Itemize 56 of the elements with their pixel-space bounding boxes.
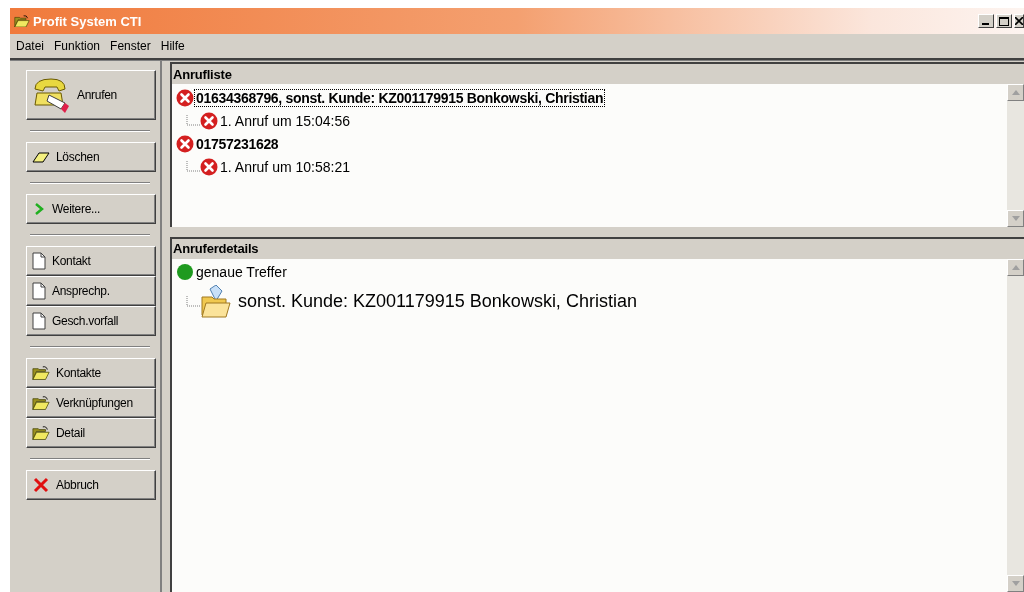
call-entry[interactable]: 01634368796, sonst. Kunde: KZ001179915 Bonkowski, Christian	[194, 88, 606, 107]
sidebar-button[interactable]: Gesch.vorfall	[26, 306, 156, 336]
document-icon	[32, 252, 46, 270]
maximize-icon	[999, 16, 1009, 26]
menu-item[interactable]: Hilfe	[156, 39, 191, 53]
call-attempt[interactable]: 1. Anruf um 15:04:56	[218, 111, 352, 130]
tree-line	[186, 114, 200, 127]
menu-item[interactable]: Funktion	[50, 39, 107, 53]
down-arrow-icon	[1011, 215, 1020, 221]
minimize-button[interactable]	[978, 14, 994, 28]
sidebar-button[interactable]: Detail	[26, 418, 156, 448]
up-arrow-icon	[1011, 90, 1020, 95]
match-group[interactable]: genaue Treffer	[194, 263, 289, 282]
error-icon	[200, 157, 218, 176]
scroll-up-button[interactable]	[1007, 258, 1024, 276]
phone-icon	[31, 75, 71, 115]
scroll-down-button[interactable]	[1007, 575, 1024, 592]
menu-item[interactable]: Fenster	[106, 39, 157, 53]
open-folder-icon	[200, 284, 232, 319]
error-icon	[200, 111, 218, 130]
folder-icon	[32, 365, 50, 381]
folder-icon	[32, 395, 50, 411]
folder-icon	[14, 14, 30, 28]
error-icon	[176, 88, 194, 107]
sidebar-button[interactable]: Anrufen	[26, 70, 156, 120]
panel-title: Anrufliste	[172, 65, 233, 84]
scroll-down-button[interactable]	[1007, 209, 1024, 227]
tree-line	[186, 295, 200, 308]
sidebar-button[interactable]: Kontakte	[26, 358, 156, 388]
sidebar-button[interactable]: Weitere...	[26, 194, 156, 224]
call-attempt[interactable]: 1. Anruf um 10:58:21	[218, 157, 352, 176]
document-icon	[32, 312, 46, 330]
scroll-bar[interactable]	[1007, 258, 1024, 592]
scroll-up-button[interactable]	[1007, 84, 1024, 101]
window-title: Profit System CTI	[33, 13, 143, 29]
up-arrow-icon	[1011, 264, 1020, 270]
call-entry[interactable]: 01757231628	[194, 134, 281, 153]
document-icon	[32, 282, 46, 300]
panel-title: Anruferdetails	[172, 240, 260, 259]
sidebar-button[interactable]: Löschen	[26, 142, 156, 172]
error-icon	[176, 134, 194, 153]
eraser-icon	[32, 150, 50, 164]
sidebar-button[interactable]: Kontakt	[26, 246, 156, 276]
close-icon	[1015, 17, 1023, 25]
sidebar-button[interactable]: Abbruch	[26, 470, 156, 500]
sidebar-button[interactable]: Ansprechp.	[26, 276, 156, 306]
cross-icon	[32, 476, 50, 494]
menu-item[interactable]: Datei	[12, 39, 50, 53]
caller-match[interactable]: sonst. Kunde: KZ001179915 Bonkowski, Christian	[236, 290, 639, 314]
tree-line	[186, 160, 200, 173]
close-button[interactable]	[1014, 14, 1024, 28]
down-arrow-icon	[1011, 581, 1020, 586]
maximize-button[interactable]	[996, 14, 1012, 28]
sidebar-button[interactable]: Verknüpfungen	[26, 388, 156, 418]
scroll-bar[interactable]	[1007, 84, 1024, 227]
folder-icon	[32, 425, 50, 441]
